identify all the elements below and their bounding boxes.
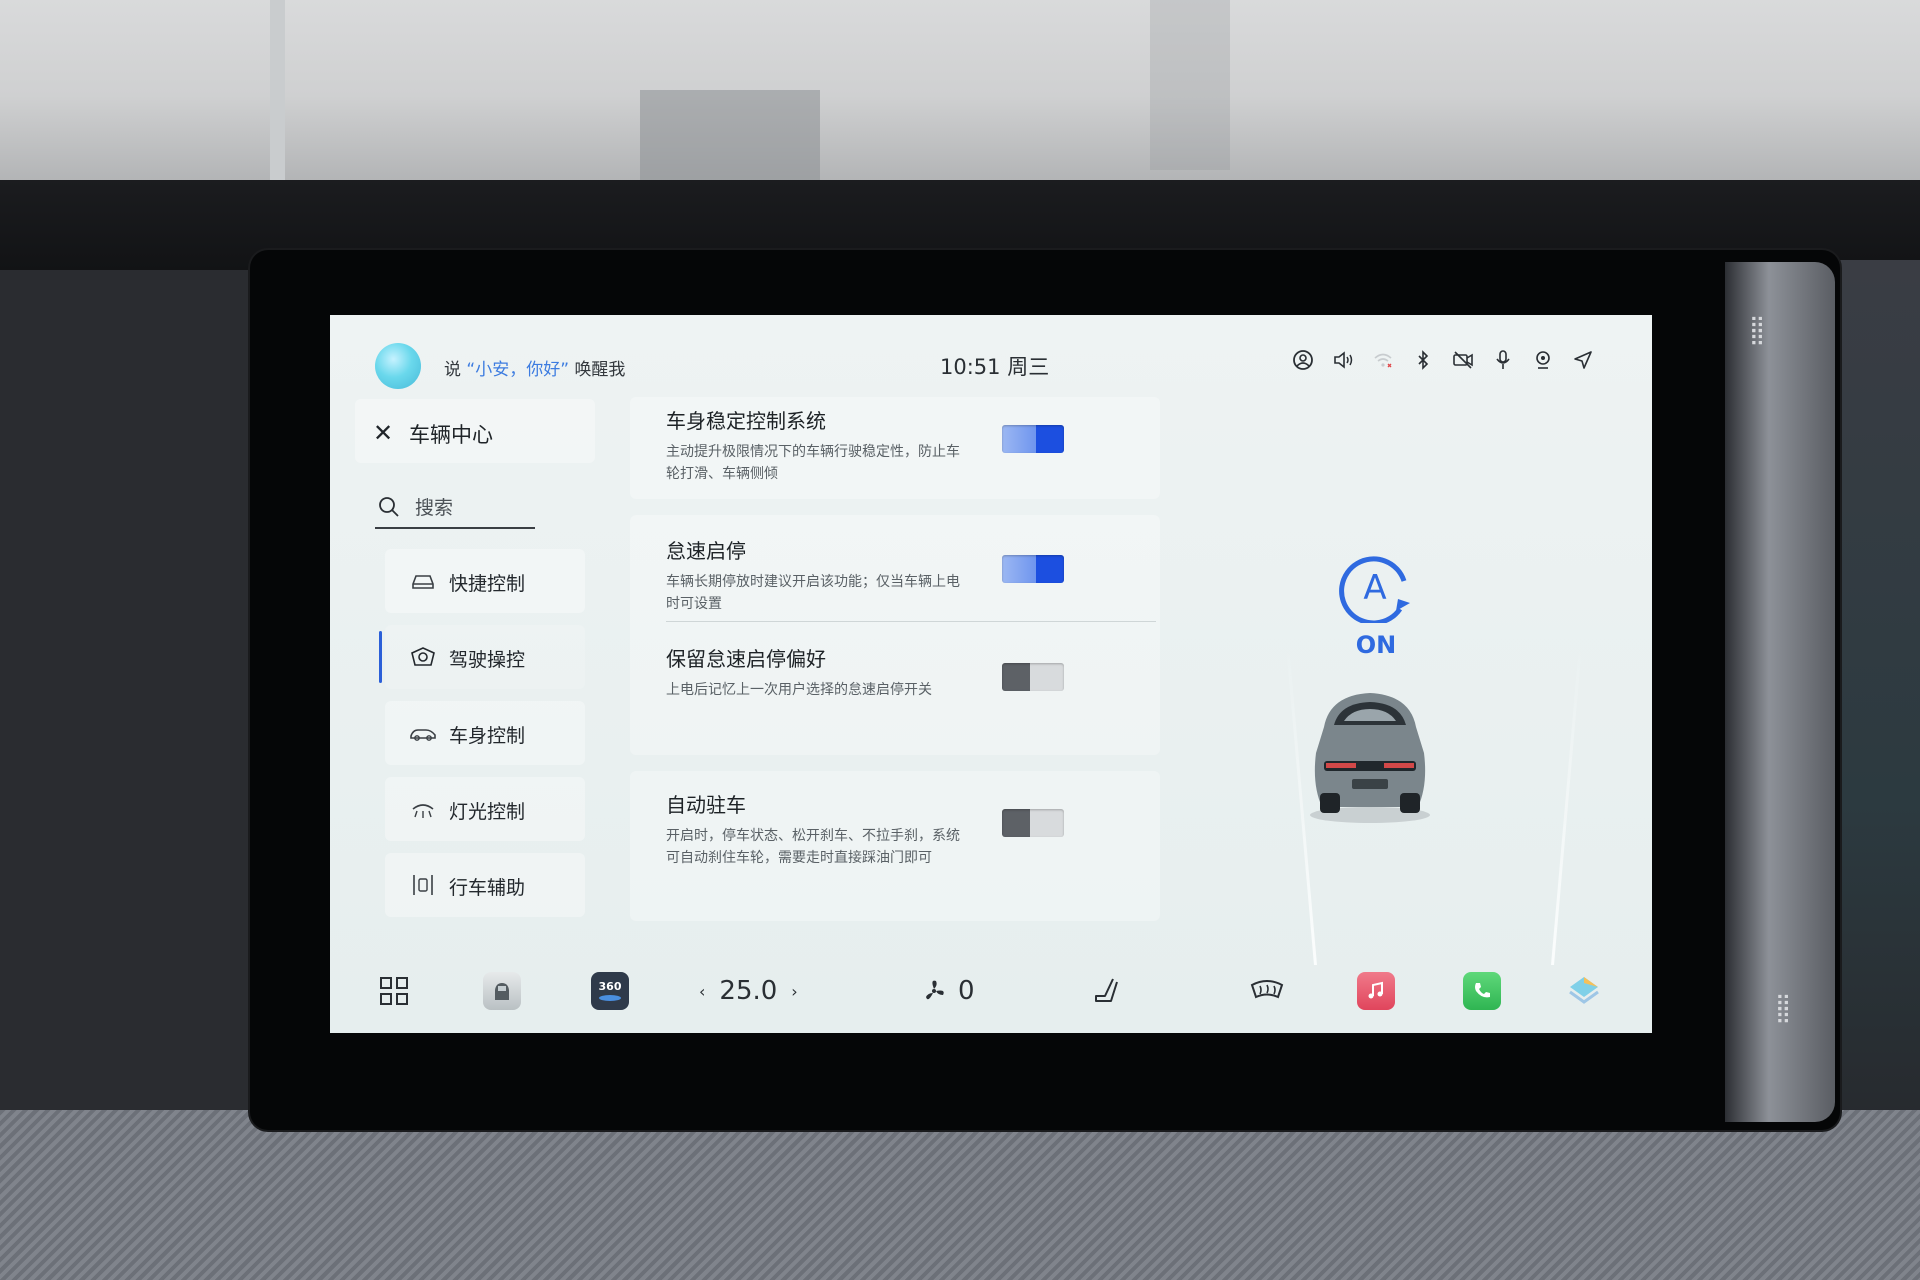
voice-assistant-orb[interactable] xyxy=(375,343,421,389)
fan-control[interactable]: 0 xyxy=(920,971,975,1011)
sidebar-item-body-control[interactable]: 车身控制 xyxy=(385,701,585,765)
vehicle-app-icon[interactable] xyxy=(480,971,524,1011)
wake-hint: 说 “小安，你好” 唤醒我 xyxy=(444,355,625,380)
sidebar-item-driving-control[interactable]: 驾驶操控 xyxy=(379,625,585,689)
close-icon[interactable]: ✕ xyxy=(373,419,393,447)
status-icons xyxy=(1292,349,1594,371)
volume-icon[interactable] xyxy=(1332,349,1354,371)
sidebar-item-label: 快捷控制 xyxy=(449,573,526,595)
idle-stop-toggle[interactable] xyxy=(1002,555,1064,583)
headlight-icon xyxy=(412,804,434,818)
bluetooth-icon[interactable] xyxy=(1412,349,1434,371)
defrost-icon[interactable] xyxy=(1245,971,1289,1011)
camera-360-icon[interactable]: 360 xyxy=(588,971,632,1011)
search-input[interactable]: 搜索 xyxy=(375,487,535,529)
microphone-icon[interactable] xyxy=(1492,349,1514,371)
temperature-increase-icon[interactable]: › xyxy=(791,982,797,1001)
sidebar-title: 车辆中心 xyxy=(409,423,493,447)
temperature-value: 25.0 xyxy=(719,976,778,1006)
status-bar: 说 “小安，你好” 唤醒我 10:51 周三 xyxy=(330,315,1652,395)
clock: 10:51 周三 xyxy=(940,351,1049,381)
sidebar-item-label: 行车辅助 xyxy=(449,877,526,899)
sidebar-item-driving-assist[interactable]: 行车辅助 xyxy=(385,853,585,917)
navigation-icon[interactable] xyxy=(1572,349,1594,371)
setting-auto-hold: 自动驻车 开启时，停车状态、松开刹车、不拉手刹，系统可自动刹住车轮，需要走时直接… xyxy=(630,771,1160,921)
search-icon xyxy=(379,497,399,517)
car-front-icon xyxy=(412,575,434,589)
setting-title: 保留怠速启停偏好 xyxy=(666,647,826,671)
setting-description: 车辆长期停放时建议开启该功能；仅当车辆上电时可设置 xyxy=(666,574,960,612)
lane-assist-icon xyxy=(413,875,433,895)
setting-title: 车身稳定控制系统 xyxy=(666,409,826,433)
sidebar-item-label: 车身控制 xyxy=(449,725,526,747)
music-app-icon[interactable] xyxy=(1354,971,1398,1011)
temperature-control: ‹ 25.0 › xyxy=(699,971,798,1011)
steering-icon xyxy=(411,647,435,666)
sidebar-item-quick-control[interactable]: 快捷控制 xyxy=(385,549,585,613)
setting-stability-control: 车身稳定控制系统 主动提升极限情况下的车辆行驶稳定性，防止车轮打滑、车辆侧倾 xyxy=(630,397,1160,499)
setting-divider xyxy=(666,621,1156,622)
display-bezel-edge: ⠿ ⠿ ⠿ ⠿ xyxy=(1725,262,1835,1122)
auto-hold-toggle[interactable] xyxy=(1002,809,1064,837)
infotainment-screen: 说 “小安，你好” 唤醒我 10:51 周三 ✕ 车辆中心 搜索 快捷控制 驾驶… xyxy=(330,315,1652,1033)
account-icon[interactable] xyxy=(1292,349,1314,371)
car-side-icon xyxy=(410,729,436,741)
stability-control-toggle[interactable] xyxy=(1002,425,1064,453)
sidebar: ✕ 车辆中心 搜索 快捷控制 驾驶操控 车身控制 灯光控制 行车辅助 xyxy=(355,399,595,959)
apps-grid-icon[interactable] xyxy=(374,971,414,1011)
wake-prefix: 说 xyxy=(444,360,461,380)
fan-icon xyxy=(926,980,944,1000)
bottom-dock: 360 ‹ 25.0 › 0 xyxy=(330,953,1652,1033)
setting-description: 上电后记忆上一次用户选择的怠速启停开关 xyxy=(666,682,932,698)
setting-title: 怠速启停 xyxy=(666,539,746,563)
wifi-icon[interactable] xyxy=(1372,349,1394,371)
settings-list: 车身稳定控制系统 主动提升极限情况下的车辆行驶稳定性，防止车轮打滑、车辆侧倾 怠… xyxy=(630,397,1160,957)
setting-description: 主动提升极限情况下的车辆行驶稳定性，防止车轮打滑、车辆侧倾 xyxy=(666,444,960,482)
auto-hold-state: ON xyxy=(1355,631,1397,659)
grip-top-icon: ⠿ ⠿ xyxy=(1749,315,1765,352)
temperature-decrease-icon[interactable]: ‹ xyxy=(699,982,705,1001)
car-rear-illustration xyxy=(1310,693,1430,823)
search-placeholder: 搜索 xyxy=(415,497,454,519)
clock-time: 10:51 xyxy=(940,355,1001,379)
dashboard-bottom xyxy=(0,1110,1920,1280)
camera-off-icon[interactable] xyxy=(1452,349,1474,371)
location-icon[interactable] xyxy=(1532,349,1554,371)
seat-icon[interactable] xyxy=(1086,971,1126,1011)
auto-hold-icon: A xyxy=(1339,556,1410,623)
setting-description: 开启时，停车状态、松开刹车、不拉手刹，系统可自动刹住车轮，需要走时直接踩油门即可 xyxy=(666,828,960,866)
background-pillar xyxy=(1150,0,1230,170)
sidebar-header: ✕ 车辆中心 xyxy=(355,399,595,463)
clock-weekday: 周三 xyxy=(1007,355,1050,379)
sidebar-item-label: 驾驶操控 xyxy=(449,649,526,671)
lane-line-right xyxy=(1551,645,1582,965)
phone-app-icon[interactable] xyxy=(1460,971,1504,1011)
camera-360-label: 360 xyxy=(598,980,622,993)
sidebar-item-label: 灯光控制 xyxy=(449,801,526,823)
auto-hold-badge: A xyxy=(1363,568,1386,608)
wake-suffix: 唤醒我 xyxy=(574,360,626,380)
fan-level: 0 xyxy=(958,976,975,1006)
sidebar-item-light-control[interactable]: 灯光控制 xyxy=(385,777,585,841)
idle-stop-preference-toggle[interactable] xyxy=(1002,663,1064,691)
setting-idle-stop-group: 怠速启停 车辆长期停放时建议开启该功能；仅当车辆上电时可设置 保留怠速启停偏好 … xyxy=(630,515,1160,755)
layers-app-icon[interactable] xyxy=(1562,971,1606,1011)
wake-phrase: “小安，你好” xyxy=(466,360,570,380)
grip-bottom-icon: ⠿ ⠿ xyxy=(1775,993,1791,1030)
setting-title: 自动驻车 xyxy=(666,793,746,817)
